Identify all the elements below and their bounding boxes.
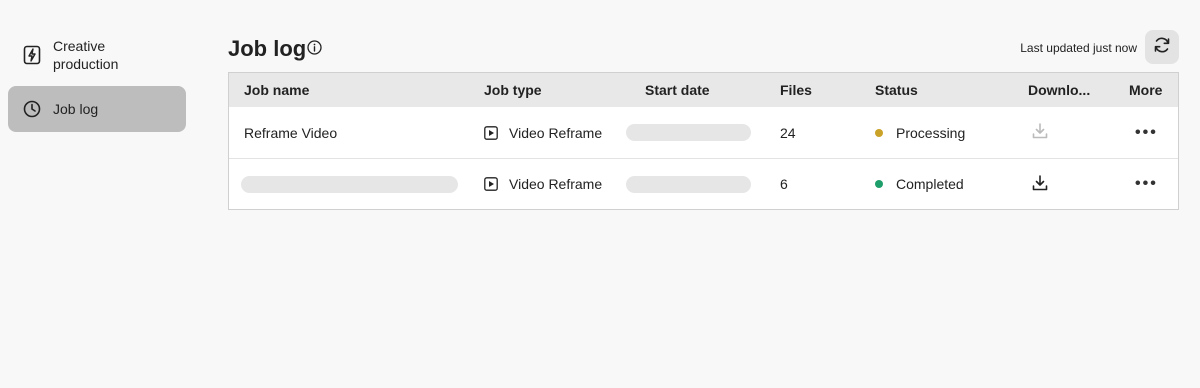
sidebar-item-creative-production[interactable]: Creative production: [8, 30, 186, 80]
table-row[interactable]: Video Reframe 6 Completed •••: [229, 158, 1178, 209]
column-header-status[interactable]: Status: [875, 73, 1015, 107]
sidebar-item-label: Job log: [53, 101, 99, 117]
column-header-job-type[interactable]: Job type: [484, 73, 624, 107]
loading-placeholder: [241, 175, 458, 193]
more-options-icon[interactable]: •••: [1135, 175, 1158, 193]
column-header-start-date[interactable]: Start date: [645, 73, 775, 107]
sidebar-item-job-log[interactable]: Job log: [8, 86, 186, 132]
status-cell: Completed: [875, 159, 1015, 209]
main-content: Job log Last updated just now Job name J…: [228, 30, 1179, 210]
download-icon[interactable]: [1031, 174, 1049, 195]
sidebar: Creative production Job log: [8, 30, 186, 132]
sidebar-item-label: Creative production: [53, 38, 119, 72]
more-cell: •••: [1129, 107, 1169, 158]
job-name-cell: [241, 159, 469, 209]
loading-placeholder: [626, 124, 751, 141]
refresh-icon: [1152, 35, 1172, 60]
column-header-more: More: [1129, 82, 1163, 98]
status-label: Completed: [896, 176, 964, 192]
refresh-button[interactable]: [1145, 30, 1179, 64]
job-type-label: Video Reframe: [509, 176, 603, 192]
status-cell: Processing: [875, 107, 1015, 158]
play-icon: [484, 125, 498, 140]
job-type-cell: Video Reframe: [484, 107, 624, 158]
files-cell: 6: [780, 176, 788, 192]
status-dot: [875, 128, 883, 137]
page-title: Job log: [228, 36, 307, 61]
more-cell: •••: [1129, 159, 1169, 209]
table-header-row: Job name Job type Start date Files Statu…: [229, 73, 1178, 107]
loading-placeholder: [626, 175, 751, 193]
status-label: Processing: [896, 124, 966, 141]
info-icon[interactable]: [307, 40, 322, 55]
clock-icon: [22, 99, 42, 119]
start-date-cell: [626, 159, 756, 209]
job-type-label: Video Reframe: [509, 124, 603, 141]
status-dot: [875, 180, 883, 188]
files-cell: 24: [780, 124, 796, 141]
download-cell: [1028, 107, 1118, 158]
table-row[interactable]: Reframe Video Video Reframe 24 Processin…: [229, 107, 1178, 158]
column-header-job-name[interactable]: Job name: [244, 73, 469, 107]
more-options-icon[interactable]: •••: [1135, 124, 1158, 142]
play-icon: [484, 177, 498, 191]
job-name-cell: Reframe Video: [244, 124, 338, 141]
start-date-cell: [626, 107, 756, 158]
download-icon[interactable]: [1031, 122, 1049, 143]
column-header-files[interactable]: Files: [780, 73, 860, 107]
column-header-download[interactable]: Downlo...: [1028, 73, 1118, 107]
job-table: Job name Job type Start date Files Statu…: [228, 72, 1179, 210]
last-updated-text: Last updated just now: [1020, 41, 1137, 55]
download-cell: [1028, 159, 1118, 209]
job-type-cell: Video Reframe: [484, 159, 624, 209]
lightning-document-icon: [22, 45, 42, 65]
page-header: Job log Last updated just now: [228, 30, 1179, 72]
